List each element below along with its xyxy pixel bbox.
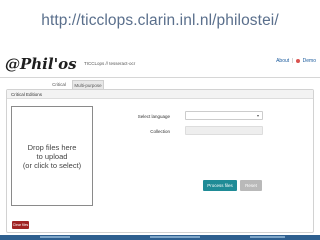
top-links: About | Demo (276, 58, 316, 64)
language-label: Select language (137, 114, 170, 119)
footer-band (0, 235, 320, 240)
clear-files-button[interactable]: Clear files (12, 221, 29, 229)
file-dropzone[interactable]: Drop files here to upload (or click to s… (11, 106, 93, 206)
dropzone-line: (or click to select) (22, 160, 82, 170)
nav-divider (0, 77, 320, 78)
tab-multi-purpose[interactable]: Multi-purpose (72, 80, 104, 89)
footer-stripe (250, 236, 285, 238)
language-select[interactable] (185, 111, 263, 120)
info-icon (296, 58, 301, 63)
url-caption: http://ticclops.clarin.inl.nl/philostei/ (41, 12, 279, 29)
app-subtitle: TICCLops // tesseract-ocr (84, 61, 136, 66)
process-files-button[interactable]: Process files (203, 180, 237, 191)
reset-button[interactable]: Reset (240, 180, 262, 191)
collection-label: Collection (150, 129, 170, 134)
collection-input[interactable] (185, 126, 263, 135)
tab-critical-editions[interactable]: Critical Editions (46, 80, 72, 96)
dropzone-line: to upload (36, 151, 68, 161)
footer-stripe (40, 236, 70, 238)
dropzone-line: Drop files here (27, 142, 77, 152)
footer-stripe (150, 236, 200, 238)
demo-link[interactable]: Demo (303, 58, 316, 64)
critical-editions-panel: Critical Editions Drop files here to upl… (6, 89, 314, 233)
app-window: @Phil'osTei TICCLops // tesseract-ocr Ab… (0, 49, 320, 240)
app-logo: @Phil'osTei (5, 55, 77, 73)
chevron-down-icon (257, 115, 259, 117)
panel-heading: Critical Editions (7, 90, 313, 99)
link-separator: | (291, 58, 293, 64)
about-link[interactable]: About (276, 58, 289, 64)
dropzone-text: Drop files here to upload (or click to s… (23, 143, 81, 170)
